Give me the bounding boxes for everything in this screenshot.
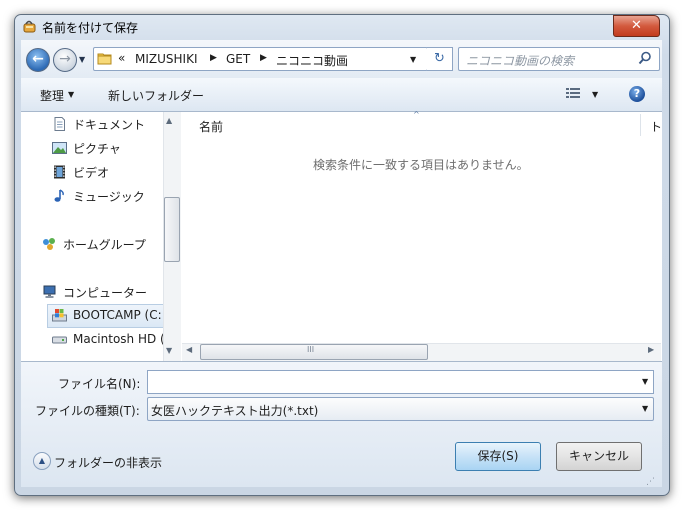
file-list[interactable] bbox=[182, 112, 661, 361]
filename-label: ファイル名(N): bbox=[58, 377, 141, 391]
computer-icon bbox=[42, 285, 57, 299]
empty-list-message: 検索条件に一致する項目はありません。 bbox=[313, 158, 529, 172]
breadcrumb-separator-icon[interactable]: ▶ bbox=[260, 53, 267, 63]
sidebar-item-macintosh-hd[interactable]: Macintosh HD ( bbox=[73, 332, 165, 346]
breadcrumb-separator-icon[interactable]: ▶ bbox=[210, 53, 217, 63]
drive-icon bbox=[52, 333, 67, 347]
sidebar-item-pictures[interactable]: ピクチャ bbox=[73, 140, 121, 157]
sort-arrow-icon: ^ bbox=[413, 110, 420, 119]
filename-field[interactable] bbox=[147, 370, 654, 394]
filetype-value: 女医ハックテキスト出力(*.txt) bbox=[151, 404, 319, 418]
forward-button[interactable]: → bbox=[53, 48, 77, 72]
scroll-down-icon[interactable]: ▼ bbox=[166, 346, 172, 355]
close-button[interactable]: ✕ bbox=[613, 15, 660, 37]
navpane-scroll-thumb[interactable] bbox=[164, 197, 180, 262]
resize-grip-icon[interactable]: ⋰ bbox=[646, 477, 655, 487]
breadcrumb-item[interactable]: ニコニコ動画 bbox=[276, 52, 348, 69]
recent-pages-dropdown[interactable]: ▼ bbox=[79, 55, 85, 64]
column-header-next[interactable]: ト bbox=[650, 118, 662, 135]
sidebar-item-homegroup[interactable]: ホームグループ bbox=[63, 236, 146, 253]
breadcrumb-overflow[interactable]: « bbox=[118, 51, 125, 65]
filename-dropdown-icon[interactable]: ▼ bbox=[642, 377, 648, 386]
grip-icon: III bbox=[307, 345, 315, 354]
chevron-down-icon[interactable]: ▼ bbox=[68, 90, 74, 99]
document-icon bbox=[52, 117, 67, 131]
picture-icon bbox=[52, 141, 67, 155]
filetype-label: ファイルの種類(T): bbox=[35, 404, 140, 418]
scroll-up-icon[interactable]: ▲ bbox=[166, 116, 172, 125]
app-icon bbox=[22, 18, 38, 34]
address-dropdown-icon[interactable]: ▼ bbox=[410, 55, 416, 64]
new-folder-button[interactable]: 新しいフォルダー bbox=[108, 87, 204, 104]
search-placeholder: ニコニコ動画の検索 bbox=[466, 54, 575, 68]
drive-c-icon bbox=[52, 308, 67, 322]
help-button[interactable]: ? bbox=[629, 86, 645, 102]
refresh-button[interactable]: ↻ bbox=[427, 47, 453, 71]
breadcrumb-item[interactable]: MIZUSHIKI bbox=[135, 52, 197, 66]
column-divider[interactable] bbox=[640, 114, 641, 136]
column-header-name[interactable]: 名前 bbox=[199, 118, 223, 135]
sidebar-item-computer[interactable]: コンピューター bbox=[63, 284, 147, 301]
organize-button[interactable]: 整理 bbox=[40, 87, 64, 104]
music-icon bbox=[52, 189, 67, 203]
sidebar-item-bootcamp[interactable]: BOOTCAMP (C: bbox=[73, 308, 162, 322]
hide-folders-button[interactable]: フォルダーの非表示 bbox=[54, 454, 162, 471]
sidebar-item-videos[interactable]: ビデオ bbox=[73, 164, 109, 181]
save-button[interactable]: 保存(S) bbox=[455, 442, 541, 471]
window-title: 名前を付けて保存 bbox=[42, 21, 139, 35]
views-icon[interactable] bbox=[566, 87, 580, 100]
filetype-dropdown-icon[interactable]: ▼ bbox=[642, 404, 648, 413]
cancel-button[interactable]: キャンセル bbox=[556, 442, 642, 471]
folder-icon bbox=[97, 51, 112, 65]
views-dropdown-icon[interactable]: ▼ bbox=[592, 90, 598, 99]
video-icon bbox=[52, 165, 67, 179]
homegroup-icon bbox=[42, 237, 57, 251]
search-icon[interactable] bbox=[638, 51, 652, 65]
sidebar-item-documents[interactable]: ドキュメント bbox=[73, 116, 145, 133]
hide-folders-icon[interactable]: ▲ bbox=[33, 452, 51, 470]
scroll-left-icon[interactable]: ◀ bbox=[186, 345, 192, 354]
breadcrumb-item[interactable]: GET bbox=[226, 52, 250, 66]
sidebar-item-music[interactable]: ミュージック bbox=[73, 188, 145, 205]
scroll-right-icon[interactable]: ▶ bbox=[648, 345, 654, 354]
back-button[interactable]: ← bbox=[26, 48, 50, 72]
